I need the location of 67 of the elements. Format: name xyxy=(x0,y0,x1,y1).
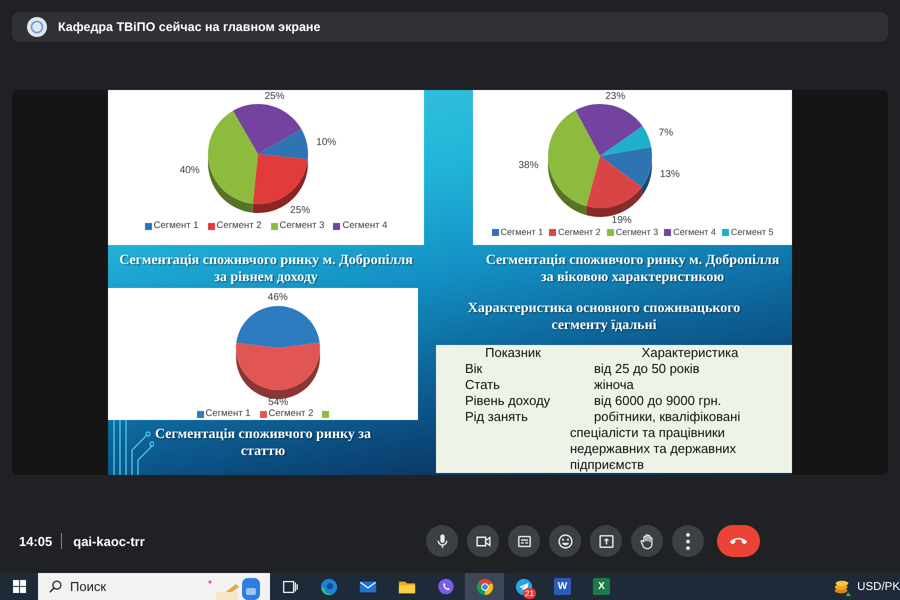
meeting-time: 14:05 xyxy=(19,534,52,548)
data-label: 25% xyxy=(290,205,310,216)
avatar-icon xyxy=(27,17,47,37)
data-label: 54% xyxy=(268,397,288,408)
currency-pair-text: USD/PK xyxy=(857,580,900,592)
more-options-button[interactable] xyxy=(672,525,704,557)
swirl-app-icon xyxy=(320,578,338,596)
data-label: 40% xyxy=(180,164,200,176)
leave-call-button[interactable] xyxy=(717,525,760,557)
messenger-taskbar-button[interactable]: 21 xyxy=(504,573,543,600)
legend-label: Сегмент 1 xyxy=(206,408,250,420)
notification-badge: 21 xyxy=(523,588,536,599)
legend-label: Сегмент 3 xyxy=(280,220,324,232)
chat-phone-icon xyxy=(436,578,454,596)
raise-hand-button[interactable] xyxy=(631,525,663,557)
present-screen-icon xyxy=(598,532,614,550)
search-field[interactable]: Поиск xyxy=(38,573,270,600)
microphone-button[interactable] xyxy=(426,525,458,557)
captions-button[interactable] xyxy=(508,525,540,557)
smiley-icon xyxy=(556,532,574,550)
table-cell: від 6000 до 9000 грн. xyxy=(570,393,792,409)
data-label: 10% xyxy=(316,137,336,148)
table-cell: Стать xyxy=(436,377,570,393)
table-cell: від 25 до 50 років xyxy=(570,361,792,377)
browser-taskbar-button[interactable] xyxy=(465,573,504,600)
chart-caption: Сегментація споживчого ринку за статтю xyxy=(154,426,372,460)
data-label: 46% xyxy=(268,292,288,303)
tricolor-circle-icon xyxy=(476,578,494,596)
table-cell: Вік xyxy=(436,361,570,377)
legend-label: Сегмент 3 xyxy=(616,226,658,238)
chart-caption: Сегментація споживчого ринку м. Добропілля за рівнем доходу xyxy=(118,252,414,286)
coins-icon xyxy=(833,578,852,596)
table-cell: жіноча xyxy=(570,377,792,393)
spreadsheet-app-icon: X xyxy=(593,578,610,595)
camera-button[interactable] xyxy=(467,525,499,557)
spreadsheet-taskbar-button[interactable]: X xyxy=(582,573,621,600)
reactions-button[interactable] xyxy=(549,525,581,557)
data-label: 7% xyxy=(658,127,674,138)
legend-label: Сегмент 4 xyxy=(342,220,388,232)
legend-label: Сегмент 2 xyxy=(558,226,601,238)
data-label: 25% xyxy=(264,91,285,102)
presenting-text: Кафедра ТВіПО сейчас на главном экране xyxy=(58,20,320,34)
document-app-icon: W xyxy=(554,578,571,595)
legend-label: Сегмент 1 xyxy=(154,220,199,232)
legend-label: Сегмент 4 xyxy=(673,226,716,238)
more-icon xyxy=(686,532,690,550)
hand-icon xyxy=(638,532,656,550)
legend-label: Сегмент 2 xyxy=(216,220,262,232)
data-label: 19% xyxy=(612,215,632,226)
table-cell: Рід занять xyxy=(436,409,570,473)
windows-logo-icon xyxy=(12,580,26,593)
search-icon xyxy=(49,580,62,593)
data-label: 13% xyxy=(660,168,680,180)
table-heading: Характеристика основного споживацького сегменту їдальні xyxy=(466,300,742,334)
meeting-code: qai-kaoc-trr xyxy=(73,534,145,548)
legend-label: Сегмент 5 xyxy=(730,226,774,238)
legend-label: Сегмент 1 xyxy=(500,226,544,238)
data-label: 23% xyxy=(605,91,626,102)
column-header: Характеристика xyxy=(570,345,792,361)
document-taskbar-button[interactable]: W xyxy=(543,573,582,600)
chart-caption: Сегментація споживчого ринку м. Добропілля за віковою характеристикою xyxy=(484,252,780,286)
data-label: 38% xyxy=(518,160,538,172)
table-cell: робітники, кваліфіковані спеціалісти та працівники недержавних та державних підприємств xyxy=(570,409,792,473)
table-cell: Рівень доходу xyxy=(436,393,570,409)
legend-label: Сегмент 2 xyxy=(268,408,314,420)
column-header: Показник xyxy=(436,345,570,361)
present-button[interactable] xyxy=(590,525,622,557)
